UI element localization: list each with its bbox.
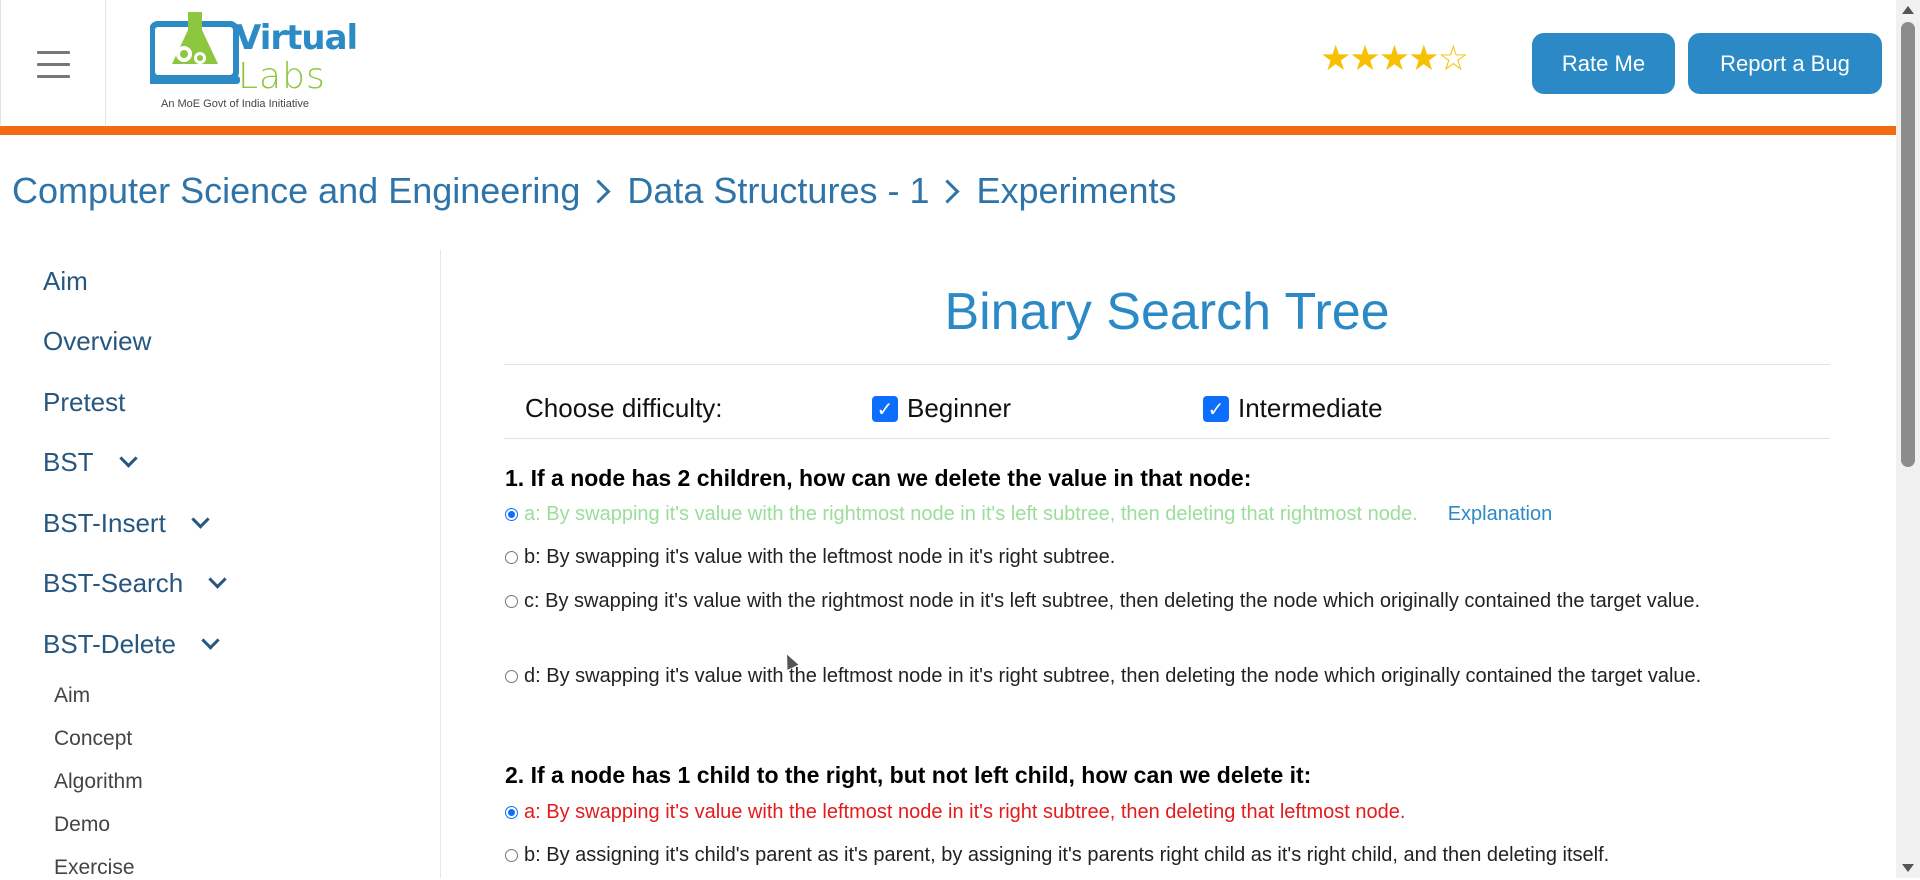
question-2-option-a[interactable]: a: By swapping it's value with the leftm…	[505, 796, 1830, 828]
radio-button[interactable]	[505, 595, 518, 608]
radio-button[interactable]	[505, 670, 518, 683]
sidebar-item-label: Overview	[43, 326, 152, 356]
hamburger-icon[interactable]	[37, 51, 70, 87]
sidebar-item-bst-insert[interactable]: BST-Insert	[43, 508, 210, 539]
sidebar-subitem-exercise[interactable]: Exercise	[54, 856, 135, 880]
sidebar-item-label: BST-Search	[43, 568, 184, 598]
page-title: Binary Search Tree	[944, 283, 1390, 341]
chevron-down-icon[interactable]	[191, 510, 210, 529]
rate-me-button[interactable]: Rate Me	[1532, 33, 1675, 94]
breadcrumb: Computer Science and Engineering Data St…	[12, 170, 1177, 212]
chevron-down-icon[interactable]	[208, 570, 227, 589]
radio-button[interactable]	[505, 551, 518, 564]
divider	[504, 438, 1830, 439]
report-bug-button[interactable]: Report a Bug	[1688, 33, 1882, 94]
sidebar-item-bst[interactable]: BST	[43, 447, 138, 478]
sidebar-subitem-demo[interactable]: Demo	[54, 813, 110, 837]
page-scrollbar[interactable]	[1896, 0, 1920, 878]
sidebar-item-aim[interactable]: Aim	[43, 266, 88, 297]
sidebar-item-overview[interactable]: Overview	[43, 326, 151, 357]
chevron-down-icon[interactable]	[201, 631, 220, 650]
sidebar: Aim Overview Pretest BST BST-Insert BST-…	[0, 250, 441, 880]
sidebar-item-pretest[interactable]: Pretest	[43, 387, 125, 418]
intermediate-label[interactable]: Intermediate	[1238, 393, 1383, 424]
breadcrumb-lab[interactable]: Data Structures - 1	[627, 170, 929, 212]
option-text: a: By swapping it's value with the right…	[524, 503, 1418, 525]
scroll-up-arrow-icon[interactable]	[1902, 6, 1914, 14]
menu-toggle[interactable]	[0, 0, 106, 125]
scrollbar-thumb[interactable]	[1901, 22, 1915, 467]
sidebar-item-label: Aim	[43, 266, 88, 296]
difficulty-label: Choose difficulty:	[525, 393, 723, 423]
virtual-labs-logo[interactable]: Virtual Labs An MoE Govt of India Initia…	[145, 10, 358, 115]
radio-button-selected[interactable]	[505, 806, 518, 819]
option-text: b: By swapping it's value with the leftm…	[524, 546, 1116, 568]
star-empty-icon[interactable]: ☆	[1438, 42, 1469, 77]
option-text: b: By assigning it's child's parent as i…	[524, 844, 1610, 866]
breadcrumb-experiments[interactable]: Experiments	[976, 170, 1176, 212]
sidebar-subitem-algorithm[interactable]: Algorithm	[54, 770, 143, 794]
sidebar-item-label: BST-Delete	[43, 629, 176, 659]
star-filled-icon[interactable]: ★	[1349, 42, 1380, 77]
chevron-right-icon	[935, 178, 961, 204]
question-1-option-b[interactable]: b: By swapping it's value with the leftm…	[505, 541, 1830, 573]
radio-button[interactable]	[505, 849, 518, 862]
rating-stars[interactable]: ★★★★☆	[1320, 42, 1469, 77]
sidebar-subitem-aim[interactable]: Aim	[54, 684, 90, 708]
logo-word-labs: Labs	[238, 56, 326, 97]
logo-tagline: An MoE Govt of India Initiative	[161, 98, 309, 110]
explanation-link[interactable]: Explanation	[1448, 503, 1553, 525]
sidebar-item-label: BST	[43, 447, 94, 477]
intermediate-checkbox[interactable]: ✓	[1203, 396, 1229, 422]
sidebar-item-label: BST-Insert	[43, 508, 166, 538]
top-header: Virtual Labs An MoE Govt of India Initia…	[0, 0, 1896, 126]
question-2-text: 2. If a node has 1 child to the right, b…	[505, 762, 1312, 788]
question-2-option-b[interactable]: b: By assigning it's child's parent as i…	[505, 839, 1830, 871]
star-filled-icon[interactable]: ★	[1408, 42, 1439, 77]
breadcrumb-discipline[interactable]: Computer Science and Engineering	[12, 170, 580, 212]
chevron-right-icon	[586, 178, 611, 204]
chevron-down-icon[interactable]	[118, 449, 138, 468]
question-1-option-a[interactable]: a: By swapping it's value with the right…	[505, 498, 1830, 530]
star-filled-icon[interactable]: ★	[1320, 42, 1351, 77]
option-text: d: By swapping it's value with the leftm…	[524, 665, 1702, 687]
logo-word-virtual: Virtual	[235, 18, 358, 58]
sidebar-item-bst-search[interactable]: BST-Search	[43, 568, 227, 599]
sidebar-item-label: Pretest	[43, 387, 126, 417]
scroll-down-arrow-icon[interactable]	[1902, 864, 1914, 872]
question-1-option-c[interactable]: c: By swapping it's value with the right…	[505, 585, 1830, 617]
radio-button-selected[interactable]	[505, 508, 518, 521]
divider	[504, 364, 1830, 365]
header-accent-bar	[0, 126, 1896, 135]
sidebar-item-bst-delete[interactable]: BST-Delete	[43, 629, 220, 660]
sidebar-subitem-concept[interactable]: Concept	[54, 727, 132, 751]
beginner-checkbox[interactable]: ✓	[872, 396, 898, 422]
star-filled-icon[interactable]: ★	[1379, 42, 1410, 77]
option-text: a: By swapping it's value with the leftm…	[524, 801, 1406, 823]
beginner-label[interactable]: Beginner	[907, 393, 1011, 424]
question-1-option-d[interactable]: d: By swapping it's value with the leftm…	[505, 660, 1830, 692]
option-text: c: By swapping it's value with the right…	[524, 590, 1701, 612]
question-1-text: 1. If a node has 2 children, how can we …	[505, 465, 1252, 491]
